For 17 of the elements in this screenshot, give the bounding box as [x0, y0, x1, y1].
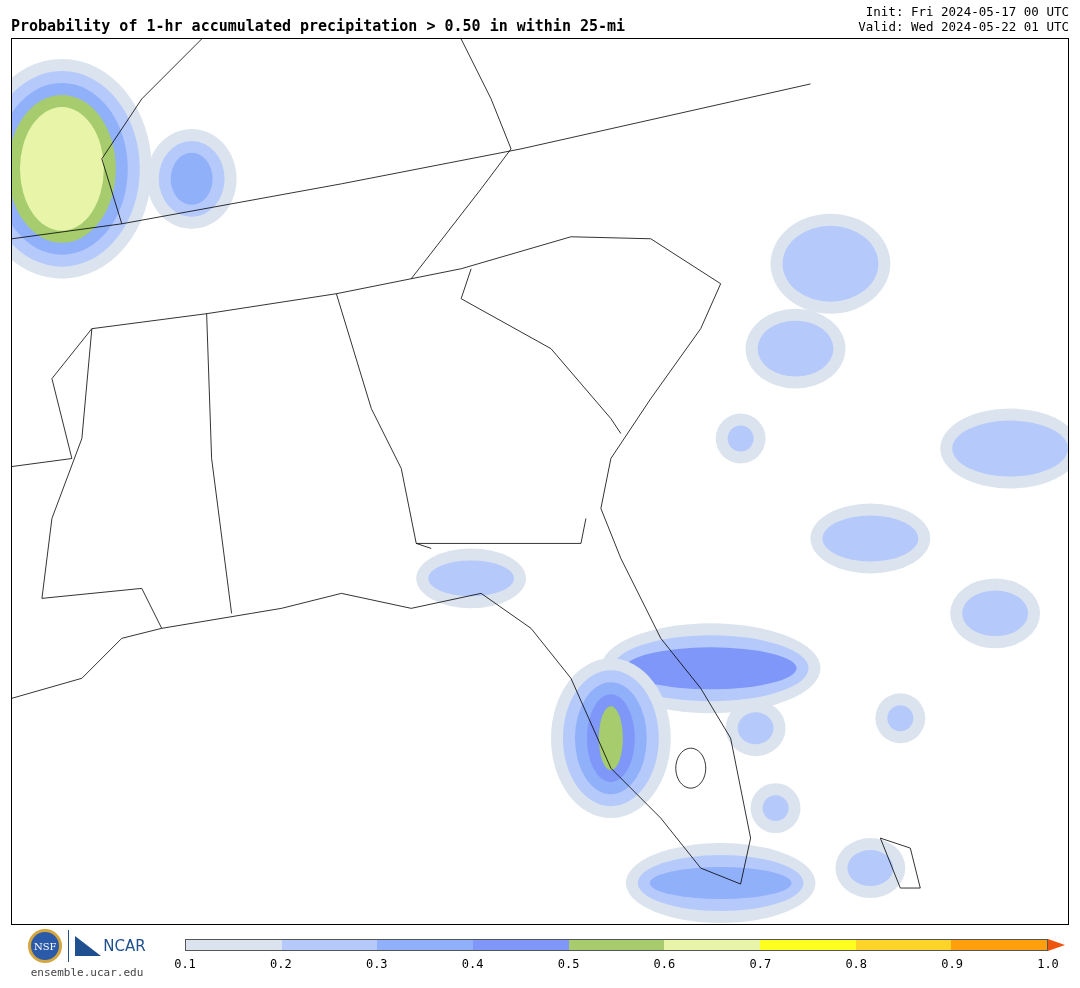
seal-logo: NSF — [28, 929, 63, 963]
triangle-logo-icon — [75, 936, 102, 956]
colorbar-tick-label: 0.7 — [749, 956, 772, 973]
colorbar-tick-label: 0.1 — [174, 956, 196, 973]
colorbar-tick-label: 0.4 — [461, 956, 484, 973]
init-time: Init: Fri 2024-05-17 00 UTC — [865, 4, 1069, 19]
valid-time: Valid: Wed 2024-05-22 01 UTC — [858, 19, 1069, 34]
colorbar-tick-label: 0.3 — [365, 956, 388, 973]
colorbar-tick-label: 0.6 — [653, 956, 676, 973]
colorbar-tick-label: 0.8 — [845, 956, 868, 973]
colorbar-tick-label: 0.5 — [557, 956, 580, 973]
logo-text: NCAR — [103, 935, 146, 957]
chart-title: Probability of 1-hr accumulated precipitation > 0.50 in within 25-mi — [11, 19, 626, 34]
colorbar-tick-label: 1.0 — [1037, 956, 1059, 973]
colorbar-tick-label: 0.2 — [270, 956, 292, 973]
colorbar-tick-label: 0.9 — [941, 956, 963, 973]
site-url: ensemble.ucar.edu — [30, 965, 144, 981]
